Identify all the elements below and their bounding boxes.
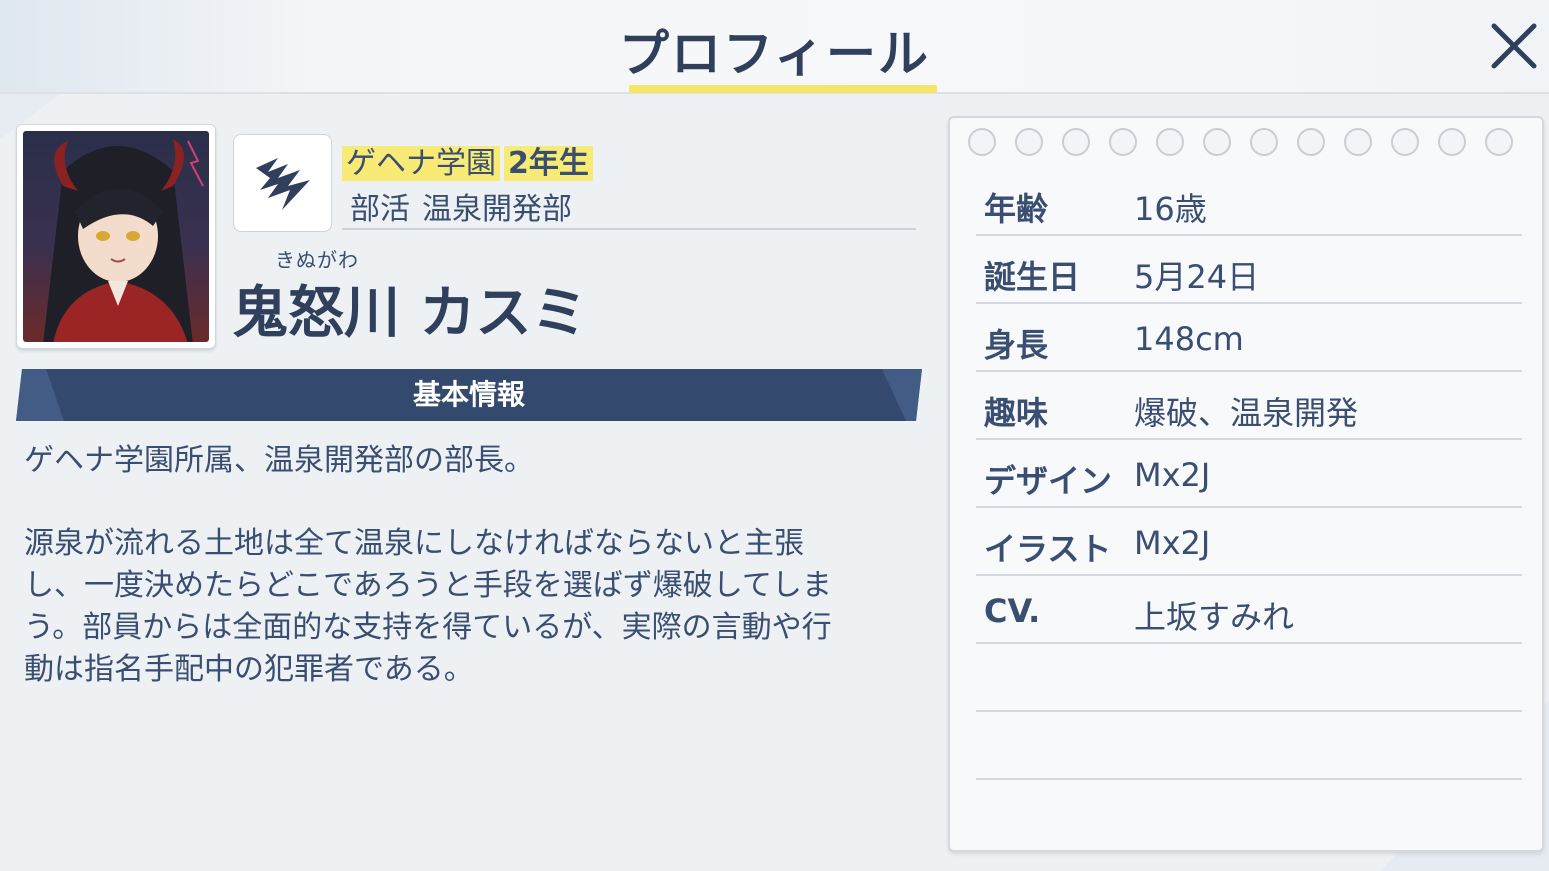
row-value: Mx2J	[1134, 456, 1211, 494]
binding-hole	[1015, 128, 1043, 156]
profile-row-age: 年齢 16歳	[976, 168, 1522, 236]
profile-row-illustration: イラスト Mx2J	[976, 508, 1522, 576]
grade-label: 2年生	[504, 146, 593, 181]
info-divider	[342, 228, 916, 230]
portrait-image	[23, 131, 209, 342]
binding-hole	[1297, 128, 1325, 156]
section-header-bar: 基本情報	[16, 369, 922, 421]
binding-hole	[1485, 128, 1513, 156]
row-label: 趣味	[984, 394, 1049, 432]
title-underline	[629, 85, 937, 93]
row-label: CV.	[984, 592, 1041, 630]
character-name: 鬼怒川 カスミ	[232, 281, 588, 346]
club-label: 部活	[350, 192, 410, 227]
profile-row-empty	[976, 644, 1522, 712]
description-intro: ゲヘナ学園所属、温泉開発部の部長。	[24, 443, 534, 478]
section-title: 基本情報	[412, 378, 525, 411]
club-affiliation: 部活 温泉開発部	[350, 184, 572, 228]
row-value: 16歳	[1134, 190, 1207, 228]
row-label: 年齢	[984, 190, 1049, 228]
binding-hole	[968, 128, 996, 156]
row-label: 身長	[984, 326, 1049, 364]
row-value: 爆破、温泉開発	[1134, 394, 1359, 432]
close-icon	[1491, 23, 1537, 69]
character-portrait	[16, 124, 216, 349]
header-bar: プロフィール	[0, 0, 1549, 94]
row-value: 上坂すみれ	[1134, 598, 1295, 636]
close-button[interactable]	[1488, 20, 1540, 72]
binding-hole	[1156, 128, 1184, 156]
profile-row-birthday: 誕生日 5月24日	[976, 236, 1522, 304]
club-name: 温泉開発部	[422, 192, 572, 227]
row-label: イラスト	[984, 530, 1112, 568]
school-emblem	[233, 134, 332, 232]
row-label: デザイン	[984, 462, 1113, 500]
profile-row-cv: CV. 上坂すみれ	[976, 576, 1522, 644]
binding-hole	[1391, 128, 1419, 156]
row-value: 5月24日	[1134, 258, 1260, 296]
row-value: Mx2J	[1134, 524, 1211, 562]
description-body: 源泉が流れる土地は全て温泉にしなければならないと主張 し、一度決めたらどこであろ…	[24, 526, 832, 687]
binding-hole	[1250, 128, 1278, 156]
row-value: 148cm	[1134, 320, 1244, 358]
binding-hole	[1438, 128, 1466, 156]
binding-hole	[1344, 128, 1372, 156]
gehenna-emblem-icon	[255, 158, 310, 210]
page-title: プロフィール	[619, 25, 930, 83]
school-affiliation: ゲヘナ学園 2年生	[342, 138, 593, 181]
profile-notebook: 年齢 16歳 誕生日 5月24日 身長 148cm 趣味 爆破、温泉開発 デザイ…	[948, 116, 1544, 852]
school-name: ゲヘナ学園	[342, 146, 500, 181]
binding-hole	[1062, 128, 1090, 156]
binding-hole	[1109, 128, 1137, 156]
profile-row-hobby: 趣味 爆破、温泉開発	[976, 372, 1522, 440]
binding-hole	[1203, 128, 1231, 156]
profile-row-height: 身長 148cm	[976, 304, 1522, 372]
profile-row-design: デザイン Mx2J	[976, 440, 1522, 508]
profile-row-empty	[976, 712, 1522, 780]
row-label: 誕生日	[984, 258, 1081, 296]
